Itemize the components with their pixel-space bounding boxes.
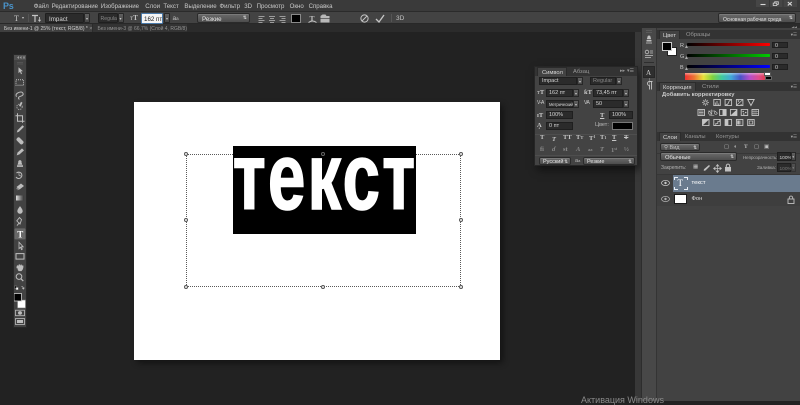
svg-text:T: T — [17, 229, 23, 239]
